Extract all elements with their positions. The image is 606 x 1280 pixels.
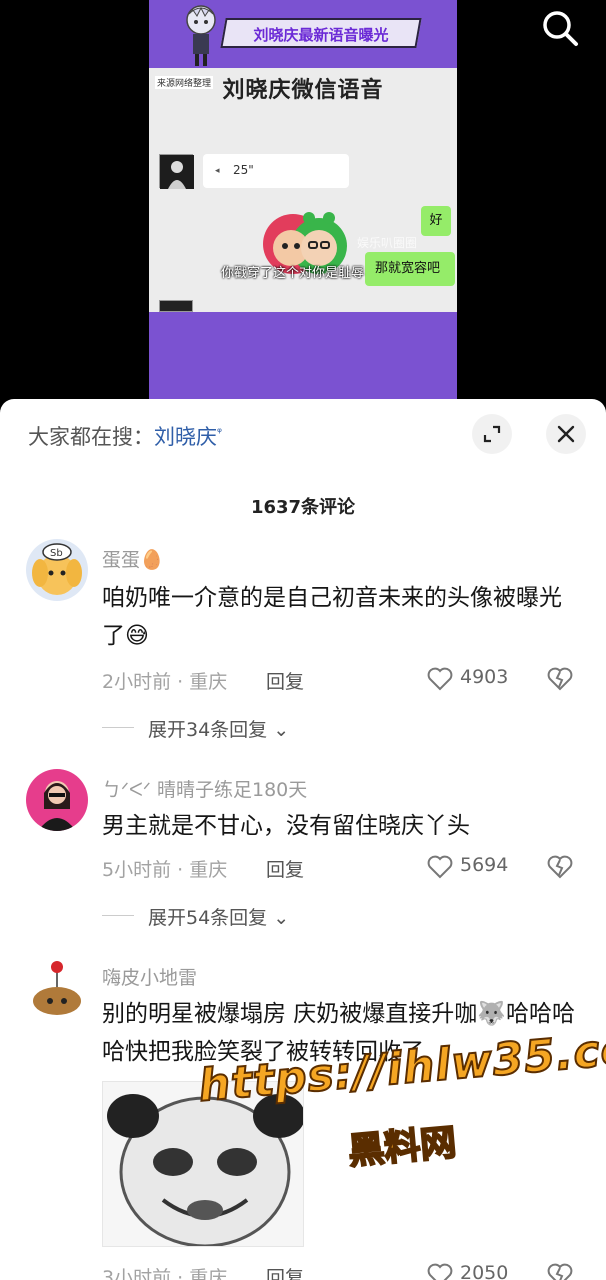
chat-avatar	[159, 154, 194, 189]
comment-username[interactable]: 嗨皮小地雷	[102, 963, 197, 990]
comment-image[interactable]	[102, 1081, 304, 1247]
comment-item: Sb 蛋蛋🥚 咱奶唯一介意的是自己初音未来的头像被曝光了😅 2小时前 · 重庆 …	[0, 539, 606, 742]
avatar[interactable]: Sb	[26, 539, 88, 601]
comment-time-location: 3小时前 · 重庆	[102, 1267, 228, 1280]
reply-bubble-long: 那就宽容吧	[365, 252, 455, 286]
comment-text: 咱奶唯一介意的是自己初音未来的头像被曝光了😅	[102, 585, 562, 649]
dislike-button[interactable]	[546, 853, 574, 881]
person-photo-icon	[26, 769, 88, 831]
heart-icon	[427, 855, 453, 879]
reply-button[interactable]: 回复	[266, 1263, 304, 1280]
video-banner: 刘晓庆最新语音曝光	[179, 5, 429, 66]
video-faint-watermark: 娱乐叭圈圈	[357, 236, 418, 250]
potato-mine-avatar-icon	[26, 957, 88, 1019]
search-button[interactable]	[538, 6, 582, 50]
comment-count: 1637条评论	[250, 497, 356, 518]
expand-icon	[483, 425, 501, 443]
video-player[interactable]: 刘晓庆最新语音曝光 来源网络整理 刘晓庆微信语音 ◂ 25" 好 那就宽容吧 娱…	[0, 0, 606, 420]
person-photo-icon	[160, 155, 194, 189]
expand-replies-button[interactable]: 展开54条回复 ⌄	[148, 903, 289, 930]
comment-username[interactable]: ㄅᐟᐸᐟ 晴晴子练足180天	[102, 775, 307, 802]
dislike-button[interactable]	[546, 665, 574, 693]
comment-item: ㄅᐟᐸᐟ 晴晴子练足180天 男主就是不甘心，没有留住晓庆丫头 5小时前 · 重…	[0, 769, 606, 949]
like-count: 4903	[460, 666, 509, 688]
like-count: 2050	[460, 1262, 509, 1280]
dislike-button[interactable]	[546, 1261, 574, 1280]
comment-time-location: 2小时前 · 重庆	[102, 671, 228, 693]
broken-heart-icon	[547, 855, 573, 879]
search-icon	[543, 11, 578, 46]
voice-wave-icon: ◂	[215, 166, 220, 176]
trending-search-term[interactable]: 刘晓庆	[154, 425, 217, 449]
chevron-down-icon: ⌄	[273, 907, 290, 929]
voice-message[interactable]: ◂ 25"	[203, 154, 349, 188]
svg-text:Sb: Sb	[50, 548, 63, 559]
panda-meme-icon	[103, 1082, 303, 1246]
reply-button[interactable]: 回复	[266, 855, 304, 882]
avatar[interactable]	[26, 957, 88, 1019]
like-button[interactable]: 5694	[426, 853, 508, 881]
close-button[interactable]	[546, 414, 586, 454]
heart-icon	[427, 1263, 453, 1280]
trending-search[interactable]: 大家都在搜：刘晓庆ᵠ	[28, 421, 222, 451]
expand-replies-button[interactable]: 展开34条回复 ⌄	[148, 715, 289, 742]
expand-replies-label: 展开54条回复	[148, 907, 268, 929]
avatar[interactable]	[26, 769, 88, 831]
close-icon	[557, 425, 575, 443]
chevron-down-icon: ⌄	[273, 719, 290, 741]
wechat-chat-screenshot: 来源网络整理 刘晓庆微信语音 ◂ 25" 好 那就宽容吧 娱乐叭圈圈 你戳穿了这…	[149, 68, 457, 312]
reply-button[interactable]: 回复	[266, 667, 304, 694]
reply-bubble-short: 好	[421, 206, 451, 236]
chat-header: 刘晓庆微信语音	[222, 78, 384, 103]
anime-character-icon	[186, 5, 216, 66]
video-banner-title: 刘晓庆最新语音曝光	[253, 26, 389, 44]
comment-username[interactable]: 蛋蛋🥚	[102, 545, 164, 572]
voice-duration: 25"	[233, 163, 254, 177]
divider	[102, 727, 134, 728]
like-button[interactable]: 4903	[426, 665, 508, 693]
comment-time-location: 5小时前 · 重庆	[102, 859, 228, 881]
video-subtitle: 你戳穿了这个对你是耻辱	[221, 266, 365, 281]
trending-search-prefix: 大家都在搜：	[28, 425, 154, 449]
comment-text: 别的明星被爆塌房 庆奶被爆直接升咖🐺哈哈哈哈快把我脸笑裂了被转转回收了	[102, 1001, 575, 1065]
like-count: 5694	[460, 854, 509, 876]
broken-heart-icon	[547, 667, 573, 691]
expand-fullscreen-button[interactable]	[472, 414, 512, 454]
chat-avatar-partial	[159, 300, 193, 312]
expand-replies-label: 展开34条回复	[148, 719, 268, 741]
broken-heart-icon	[547, 1263, 573, 1280]
comment-text: 男主就是不甘心，没有留住晓庆丫头	[102, 813, 470, 839]
comment-item: 嗨皮小地雷 别的明星被爆塌房 庆奶被爆直接升咖🐺哈哈哈哈快把我脸笑裂了被转转回收…	[0, 957, 606, 1280]
comment-sheet: 大家都在搜：刘晓庆ᵠ 1637条评论 Sb 蛋蛋🥚 咱奶唯一介意的是自己初音未来…	[0, 399, 606, 1280]
divider	[102, 915, 134, 916]
video-frame[interactable]: 刘晓庆最新语音曝光 来源网络整理 刘晓庆微信语音 ◂ 25" 好 那就宽容吧 娱…	[149, 0, 457, 400]
cartoon-avatar-icon: Sb	[26, 539, 88, 601]
heart-icon	[427, 667, 453, 691]
screen: 刘晓庆最新语音曝光 来源网络整理 刘晓庆微信语音 ◂ 25" 好 那就宽容吧 娱…	[0, 0, 606, 1280]
small-search-icon: ᵠ	[217, 425, 222, 439]
like-button[interactable]: 2050	[426, 1261, 508, 1280]
sheet-header: 大家都在搜：刘晓庆ᵠ	[0, 399, 606, 471]
